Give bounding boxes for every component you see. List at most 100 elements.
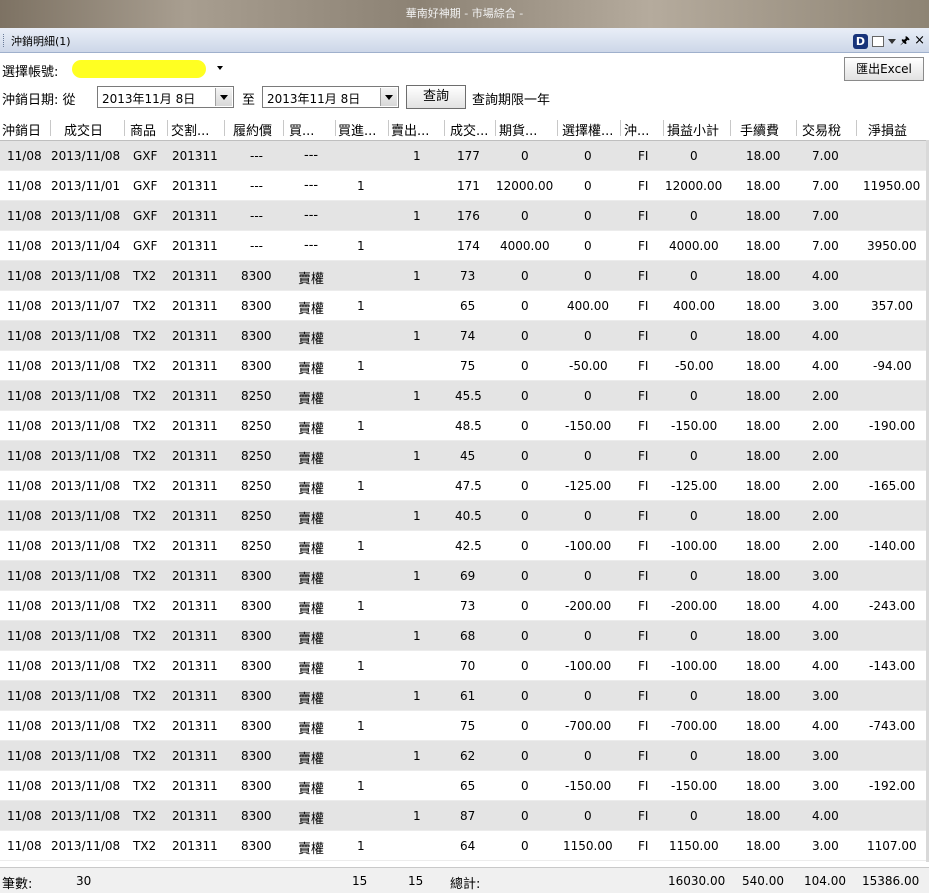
column-separator[interactable]	[557, 120, 558, 136]
column-separator[interactable]	[730, 120, 731, 136]
column-separator[interactable]	[796, 120, 797, 136]
cell-product: TX2	[133, 839, 157, 853]
cell-fee: 18.00	[746, 479, 781, 493]
cell-settle-date: 11/08	[7, 209, 42, 223]
table-row[interactable]: 11/08 2013/11/08 GXF 201311 --- --- 1 177 0 0 FI 0 1…	[0, 141, 929, 171]
table-row[interactable]: 11/08 2013/11/08 TX2 201311 8250 賣權 1 45.5 0 0 FI 0…	[0, 381, 929, 411]
column-header-futures-pnl[interactable]: 期貨...	[499, 120, 537, 139]
cell-product: TX2	[133, 389, 157, 403]
cell-pnl-subtotal: 0	[690, 449, 698, 463]
column-separator[interactable]	[620, 120, 621, 136]
column-header-settle-date[interactable]: 沖銷日	[2, 120, 41, 139]
column-header-buy-qty[interactable]: 買進...	[338, 120, 376, 139]
column-separator[interactable]	[663, 120, 664, 136]
date-to-dropdown-icon[interactable]	[380, 88, 397, 106]
table-row[interactable]: 11/08 2013/11/08 TX2 201311 8300 賣權 1 69 0 0 FI 0 18…	[0, 561, 929, 591]
account-select[interactable]	[72, 60, 206, 78]
cell-tax: 2.00	[812, 449, 839, 463]
column-separator[interactable]	[335, 120, 336, 136]
column-header-trade-date[interactable]: 成交日	[64, 120, 103, 139]
column-separator[interactable]	[50, 120, 51, 136]
table-row[interactable]: 11/08 2013/11/08 TX2 201311 8300 賣權 1 73 0 -200.0…	[0, 591, 929, 621]
cell-sell-qty: 1	[413, 629, 421, 643]
table-row[interactable]: 11/08 2013/11/08 TX2 201311 8300 賣權 1 75 0 -700.0…	[0, 711, 929, 741]
column-header-options-pnl[interactable]: 選擇權...	[562, 120, 613, 139]
table-row[interactable]: 11/08 2013/11/08 TX2 201311 8300 賣權 1 73 0 0 FI 0 18…	[0, 261, 929, 291]
column-header-sell-qty[interactable]: 賣出...	[391, 120, 429, 139]
cell-price: 47.5	[455, 479, 482, 493]
dropdown-arrow-icon[interactable]	[887, 38, 896, 44]
cell-settle-date: 11/08	[7, 449, 42, 463]
cell-price: 69	[460, 569, 476, 583]
cell-delivery-month: 201311	[172, 209, 218, 223]
table-row[interactable]: 11/08 2013/11/08 TX2 201311 8300 賣權 1 74 0 0 FI 0 18…	[0, 321, 929, 351]
column-header-call-put[interactable]: 買...	[289, 120, 314, 139]
cell-pnl-subtotal: -700.00	[671, 719, 718, 733]
cell-trade-date: 2013/11/07	[51, 299, 121, 313]
table-row[interactable]: 11/08 2013/11/08 TX2 201311 8300 賣權 1 62 0 0 FI 0 18…	[0, 741, 929, 771]
table-row[interactable]: 11/08 2013/11/08 TX2 201311 8300 賣權 1 64 0 1150.0…	[0, 831, 929, 861]
export-excel-button[interactable]: 匯出Excel	[844, 57, 924, 81]
table-row[interactable]: 11/08 2013/11/08 TX2 201311 8250 賣權 1 45 0 0 FI 0 18…	[0, 441, 929, 471]
d-logo-icon[interactable]: D	[852, 33, 868, 49]
window-icon[interactable]	[871, 35, 884, 47]
close-icon[interactable]: ×	[914, 34, 925, 48]
count-value: 30	[76, 874, 92, 888]
column-header-offset-type[interactable]: 沖...	[624, 120, 649, 139]
table-row[interactable]: 11/08 2013/11/04 GXF 201311 --- --- 1 174 4000.0…	[0, 231, 929, 261]
cell-strike: 8300	[241, 779, 272, 793]
table-row[interactable]: 11/08 2013/11/08 TX2 201311 8250 賣權 1 48.5 0 -150…	[0, 411, 929, 441]
cell-call-put: 賣權	[298, 692, 325, 707]
query-button[interactable]: 查詢	[406, 85, 466, 109]
table-row[interactable]: 11/08 2013/11/08 TX2 201311 8300 賣權 1 61 0 0 FI 0 18…	[0, 681, 929, 711]
table-row[interactable]: 11/08 2013/11/08 TX2 201311 8300 賣權 1 87 0 0 FI 0 18…	[0, 801, 929, 831]
table-row[interactable]: 11/08 2013/11/08 TX2 201311 8250 賣權 1 40.5 0 0 FI 0…	[0, 501, 929, 531]
date-from-dropdown-icon[interactable]	[215, 88, 232, 106]
cell-futures-pnl: 0	[521, 509, 529, 523]
column-separator[interactable]	[495, 120, 496, 136]
table-row[interactable]: 11/08 2013/11/08 TX2 201311 8300 賣權 1 65 0 -150.0…	[0, 771, 929, 801]
pin-icon[interactable]: 🖈︎	[900, 34, 910, 48]
column-header-fee[interactable]: 手續費	[740, 120, 779, 139]
column-separator[interactable]	[283, 120, 284, 136]
cell-buy-qty: 1	[357, 239, 365, 253]
cell-futures-pnl: 0	[521, 689, 529, 703]
cell-strike: 8300	[241, 269, 272, 283]
table-row[interactable]: 11/08 2013/11/08 TX2 201311 8300 賣權 1 75 0 -50.00…	[0, 351, 929, 381]
column-separator[interactable]	[444, 120, 445, 136]
cell-price: 65	[460, 779, 476, 793]
cell-strike: 8250	[241, 419, 272, 433]
column-header-delivery-month[interactable]: 交割...	[171, 120, 209, 139]
table-row[interactable]: 11/08 2013/11/07 TX2 201311 8300 賣權 1 65 0 400.00…	[0, 291, 929, 321]
cell-net-pnl: 1107.00	[867, 839, 917, 853]
table-row[interactable]: 11/08 2013/11/08 TX2 201311 8250 賣權 1 42.5 0 -100…	[0, 531, 929, 561]
table-row[interactable]: 11/08 2013/11/08 GXF 201311 --- --- 1 176 0 0 FI 0 1…	[0, 201, 929, 231]
cell-tax: 4.00	[812, 719, 839, 733]
cell-futures-pnl: 0	[521, 389, 529, 403]
column-separator[interactable]	[124, 120, 125, 136]
drag-grip-icon[interactable]	[3, 34, 6, 47]
table-row[interactable]: 11/08 2013/11/08 TX2 201311 8300 賣權 1 70 0 -100.0…	[0, 651, 929, 681]
account-dropdown-icon[interactable]	[217, 66, 223, 70]
date-from-picker[interactable]: 2013年11月 8日	[97, 86, 234, 108]
column-separator[interactable]	[388, 120, 389, 136]
column-header-pnl-subtotal[interactable]: 損益小計	[667, 120, 719, 139]
column-header-price[interactable]: 成交...	[450, 120, 488, 139]
date-to-picker[interactable]: 2013年11月 8日	[262, 86, 399, 108]
table-row[interactable]: 11/08 2013/11/08 TX2 201311 8250 賣權 1 47.5 0 -125…	[0, 471, 929, 501]
cell-fee: 18.00	[746, 449, 781, 463]
cell-delivery-month: 201311	[172, 599, 218, 613]
column-separator[interactable]	[167, 120, 168, 136]
column-header-tax[interactable]: 交易稅	[802, 120, 841, 139]
date-filter-row: 沖銷日期: 從 2013年11月 8日 至 2013年11月 8日 查詢 查詢期…	[0, 85, 929, 110]
cell-pnl-subtotal: 0	[690, 149, 698, 163]
column-header-net-pnl[interactable]: 淨損益	[868, 120, 907, 139]
column-header-strike[interactable]: 履約價	[233, 120, 272, 139]
column-header-product[interactable]: 商品	[130, 120, 156, 139]
cell-fee: 18.00	[746, 329, 781, 343]
table-row[interactable]: 11/08 2013/11/01 GXF 201311 --- --- 1 171 12000.…	[0, 171, 929, 201]
cell-settle-date: 11/08	[7, 329, 42, 343]
column-separator[interactable]	[856, 120, 857, 136]
table-row[interactable]: 11/08 2013/11/08 TX2 201311 8300 賣權 1 68 0 0 FI 0 18…	[0, 621, 929, 651]
column-separator[interactable]	[224, 120, 225, 136]
